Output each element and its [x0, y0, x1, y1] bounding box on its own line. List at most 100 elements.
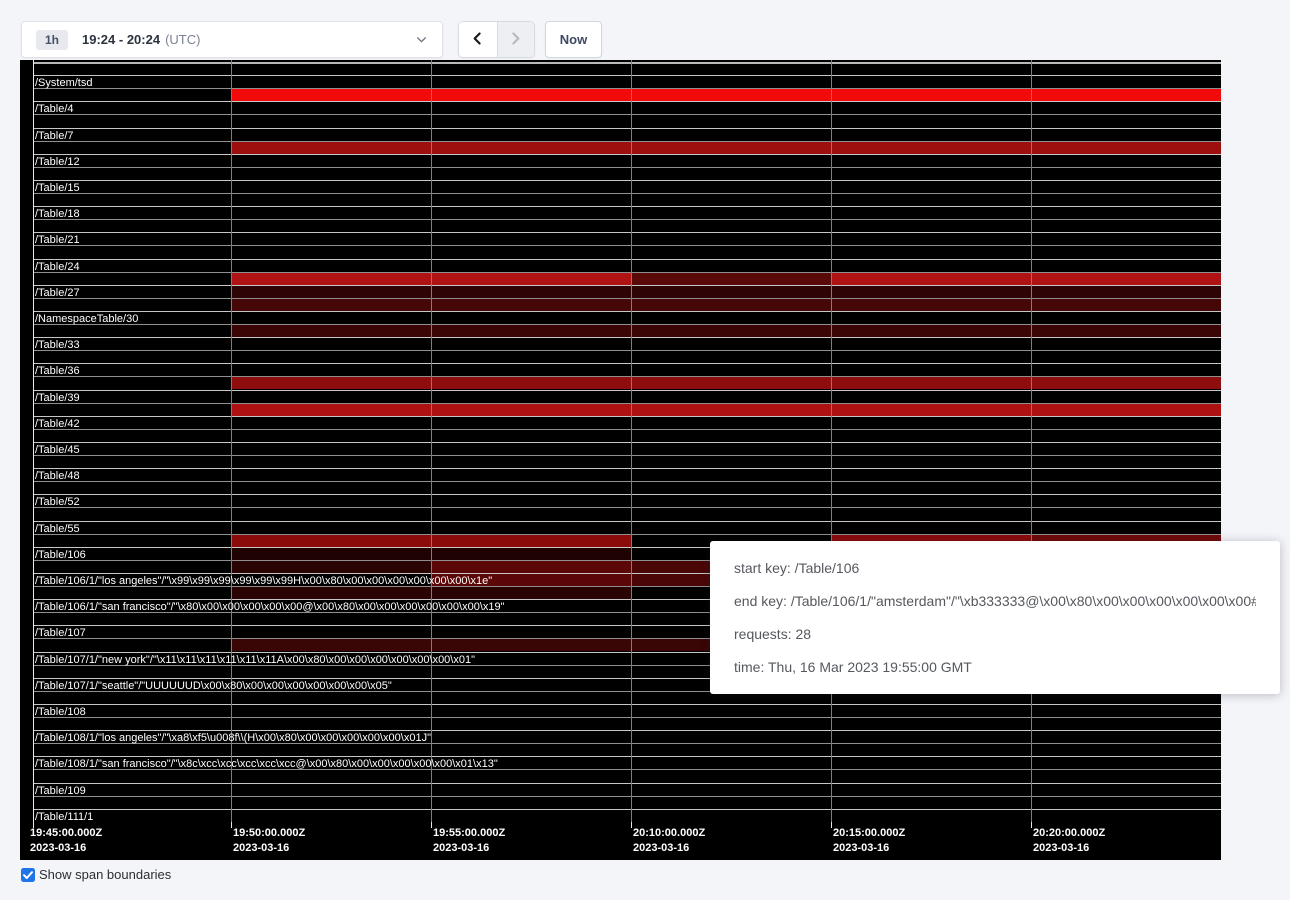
heat-cell[interactable] [431, 89, 631, 101]
heat-cell[interactable] [431, 286, 631, 298]
heat-cell[interactable] [231, 535, 431, 547]
heat-cell[interactable] [631, 325, 831, 337]
heat-cell[interactable] [631, 377, 831, 389]
heat-cell[interactable] [1031, 325, 1221, 337]
span-boundary-line [33, 167, 1221, 168]
span-label: /Table/48 [35, 470, 80, 482]
span-label: /Table/7 [35, 130, 74, 142]
span-boundary-line [33, 783, 1221, 784]
time-axis-label: 19:45:00.000Z2023-03-16 [30, 826, 102, 856]
heat-cell[interactable] [231, 548, 431, 560]
heat-cell[interactable] [831, 299, 1031, 311]
span-boundary-line [33, 376, 1221, 377]
heat-cell[interactable] [831, 89, 1031, 101]
heat-cell[interactable] [231, 404, 431, 416]
heat-cell[interactable] [1031, 299, 1221, 311]
heat-cell[interactable] [831, 286, 1031, 298]
heat-cell[interactable] [1031, 273, 1221, 285]
span-label: /Table/107 [35, 627, 86, 639]
heat-cell[interactable] [631, 273, 831, 285]
heat-cell[interactable] [231, 639, 431, 651]
heat-cell[interactable] [431, 535, 631, 547]
heat-cell[interactable] [431, 299, 631, 311]
heat-cell[interactable] [231, 89, 431, 101]
heat-cell[interactable] [231, 273, 431, 285]
heat-band[interactable] [231, 404, 1221, 416]
heat-cell[interactable] [431, 587, 631, 599]
heat-cell[interactable] [1031, 142, 1221, 154]
heat-cell[interactable] [831, 273, 1031, 285]
span-boundary-line [33, 206, 1221, 207]
span-label: /Table/27 [35, 287, 80, 299]
span-boundary-line [33, 809, 1221, 810]
span-boundary-line [33, 180, 1221, 181]
heat-band[interactable] [231, 377, 1221, 389]
heat-cell[interactable] [631, 142, 831, 154]
heat-cell[interactable] [431, 325, 631, 337]
span-boundary-line [33, 481, 1221, 482]
heat-cell[interactable] [231, 587, 431, 599]
heat-cell[interactable] [1031, 377, 1221, 389]
heat-cell[interactable] [431, 377, 631, 389]
heat-band[interactable] [231, 273, 1221, 285]
heat-cell[interactable] [231, 377, 431, 389]
prev-time-button[interactable] [459, 22, 497, 57]
heat-cell[interactable] [1031, 89, 1221, 101]
heat-cell[interactable] [231, 142, 431, 154]
span-boundary-line [33, 141, 1221, 142]
span-boundary-line [33, 75, 1221, 76]
heat-band[interactable] [231, 89, 1221, 101]
heat-cell[interactable] [431, 639, 631, 651]
span-boundary-line [33, 324, 1221, 325]
heat-band[interactable] [231, 299, 1221, 311]
span-boundary-line [33, 494, 1221, 495]
span-label: /Table/109 [35, 785, 86, 797]
next-time-button-disabled[interactable] [497, 22, 535, 57]
span-boundary-line [33, 219, 1221, 220]
span-boundary-line [33, 507, 1221, 508]
heat-cell[interactable] [431, 142, 631, 154]
heat-band[interactable] [231, 142, 1221, 154]
span-label: /Table/24 [35, 261, 80, 273]
span-boundary-line [33, 730, 1221, 731]
heat-cell[interactable] [431, 404, 631, 416]
now-button[interactable]: Now [545, 21, 602, 58]
span-label: /Table/18 [35, 208, 80, 220]
span-boundary-line [33, 455, 1221, 456]
heat-cell[interactable] [831, 325, 1031, 337]
heat-cell[interactable] [231, 325, 431, 337]
heat-cell[interactable] [831, 377, 1031, 389]
span-boundary-line [33, 429, 1221, 430]
span-boundary-line [33, 363, 1221, 364]
heat-band[interactable] [231, 286, 1221, 298]
time-range-selector[interactable]: 1h 19:24 - 20:24 (UTC) [21, 21, 443, 58]
span-label: /Table/21 [35, 234, 80, 246]
span-boundary-line [33, 311, 1221, 312]
span-boundary-line [33, 114, 1221, 115]
heat-cell[interactable] [631, 299, 831, 311]
heat-cell[interactable] [231, 286, 431, 298]
heat-cell[interactable] [231, 299, 431, 311]
span-label: /Table/45 [35, 444, 80, 456]
chevron-left-icon [469, 30, 486, 50]
show-span-boundaries-checkbox[interactable] [21, 868, 35, 882]
span-boundary-line [33, 272, 1221, 273]
key-visualizer-canvas[interactable]: /System/tsd/Table/4/Table/7/Table/12/Tab… [20, 60, 1221, 860]
heat-cell[interactable] [631, 286, 831, 298]
span-label: /Table/42 [35, 418, 80, 430]
show-span-boundaries-label: Show span boundaries [39, 867, 171, 882]
heat-cell[interactable] [831, 142, 1031, 154]
heat-cell[interactable] [431, 273, 631, 285]
heat-cell[interactable] [1031, 286, 1221, 298]
axis-tick [831, 822, 832, 828]
heat-cell[interactable] [231, 561, 431, 573]
span-label: /Table/107/1/"new york"/"\x11\x11\x11\x1… [35, 654, 475, 666]
heat-cell[interactable] [831, 404, 1031, 416]
heat-band[interactable] [231, 325, 1221, 337]
heat-cell[interactable] [631, 89, 831, 101]
heat-cell[interactable] [431, 548, 631, 560]
heat-cell[interactable] [431, 561, 631, 573]
heat-cell[interactable] [631, 404, 831, 416]
heat-cell[interactable] [1031, 404, 1221, 416]
span-boundaries-control: Show span boundaries [21, 867, 171, 882]
